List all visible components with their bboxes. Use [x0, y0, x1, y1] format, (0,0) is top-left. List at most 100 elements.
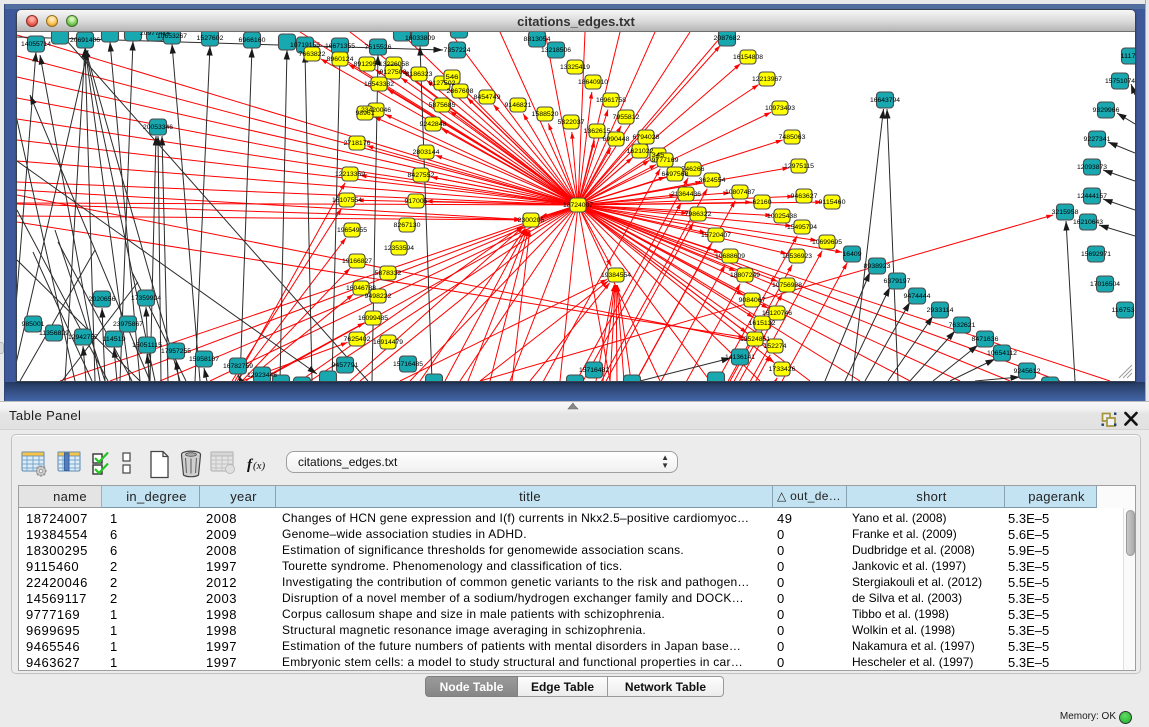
svg-text:12213967: 12213967: [752, 76, 782, 83]
svg-text:7632621: 7632621: [949, 322, 976, 329]
svg-text:15751074: 15751074: [1105, 78, 1135, 85]
svg-text:19166827: 19166827: [342, 258, 372, 265]
svg-text:17016504: 17016504: [1090, 281, 1120, 288]
svg-text:10699695: 10699695: [812, 239, 842, 246]
svg-text:5875685: 5875685: [429, 102, 456, 109]
svg-text:13226058: 13226058: [379, 61, 409, 68]
svg-text:12353594: 12353594: [384, 245, 414, 252]
svg-text:16046788: 16046788: [346, 285, 376, 292]
svg-text:2300205: 2300205: [518, 217, 545, 224]
svg-text:16782759: 16782759: [223, 363, 253, 370]
svg-text:985001: 985001: [22, 321, 45, 328]
svg-text:152274: 152274: [764, 343, 787, 350]
svg-text:16914479: 16914479: [373, 339, 403, 346]
svg-text:7357224: 7357224: [444, 47, 471, 54]
svg-text:1733426: 1733426: [769, 366, 796, 373]
svg-text:16033809: 16033809: [405, 35, 435, 42]
svg-text:19384554: 19384554: [601, 272, 631, 279]
svg-text:15716482: 15716482: [579, 367, 609, 374]
svg-text:6497568: 6497568: [662, 171, 689, 178]
svg-text:5322037: 5322037: [558, 119, 585, 126]
svg-text:9084067: 9084067: [739, 297, 766, 304]
svg-text:16210643: 16210643: [1073, 219, 1103, 226]
svg-text:16107554: 16107554: [332, 197, 362, 204]
svg-text:7515526: 7515526: [365, 44, 392, 51]
svg-text:18640910: 18640910: [578, 79, 608, 86]
svg-text:14055714: 14055714: [21, 41, 51, 48]
svg-text:3624554: 3624554: [699, 177, 726, 184]
svg-text:8427552: 8427552: [408, 172, 435, 179]
svg-text:8960124: 8960124: [327, 56, 354, 63]
svg-text:16543382: 16543382: [364, 81, 394, 88]
svg-text:10688609: 10688609: [715, 253, 745, 260]
svg-text:10756928: 10756928: [772, 282, 802, 289]
svg-text:9127503: 9127503: [380, 69, 407, 76]
svg-text:15716485: 15716485: [393, 361, 423, 368]
svg-text:15051115: 15051115: [132, 342, 162, 349]
svg-text:10654112: 10654112: [987, 350, 1017, 357]
svg-text:9115460: 9115460: [819, 199, 846, 206]
svg-text:8813054: 8813054: [524, 36, 551, 43]
svg-text:6966160: 6966160: [239, 37, 266, 44]
svg-text:15720407: 15720407: [701, 232, 731, 239]
svg-text:1527602: 1527602: [197, 35, 224, 42]
svg-text:8471636: 8471636: [972, 336, 999, 343]
svg-text:10653267: 10653267: [157, 33, 187, 40]
svg-text:11356829: 11356829: [39, 330, 69, 337]
svg-text:2933114: 2933114: [927, 307, 954, 314]
svg-text:20691406: 20691406: [70, 37, 100, 44]
svg-text:1362615: 1362615: [584, 128, 611, 135]
svg-text:8267130: 8267130: [394, 222, 421, 229]
svg-text:9329966: 9329966: [1093, 107, 1120, 114]
svg-text:8912954: 8912954: [354, 61, 381, 68]
svg-text:19654955: 19654955: [337, 227, 367, 234]
svg-text:11173: 11173: [1121, 53, 1136, 60]
svg-text:1621022: 1621022: [627, 148, 654, 155]
svg-text:9457791: 9457791: [332, 362, 359, 369]
svg-text:9463627: 9463627: [791, 193, 818, 200]
svg-text:13325419: 13325419: [560, 64, 590, 71]
svg-text:18807249: 18807249: [730, 272, 760, 279]
svg-text:17359924: 17359924: [131, 295, 161, 302]
svg-text:16120746: 16120746: [762, 310, 792, 317]
svg-text:18536923: 18536923: [782, 253, 812, 260]
svg-text:15692971: 15692971: [1081, 251, 1111, 258]
svg-text:15495794: 15495794: [787, 224, 817, 231]
svg-text:8938923: 8938923: [864, 263, 891, 270]
svg-text:2718176: 2718176: [344, 140, 371, 147]
svg-text:16961758: 16961758: [596, 97, 626, 104]
svg-text:2867608: 2867608: [447, 88, 474, 95]
svg-text:7485063: 7485063: [779, 134, 806, 141]
svg-text:16099485: 16099485: [358, 315, 388, 322]
svg-text:7986322: 7986322: [685, 211, 712, 218]
svg-text:12444157: 12444157: [1077, 193, 1107, 200]
svg-text:98961: 98961: [356, 110, 375, 117]
svg-text:10973493: 10973493: [765, 105, 795, 112]
svg-text:9498222: 9498222: [365, 293, 392, 300]
svg-text:17957255: 17957255: [161, 348, 191, 355]
svg-text:14136141: 14136141: [725, 354, 755, 361]
svg-text:2020656: 2020656: [89, 296, 116, 303]
svg-text:9474444: 9474444: [904, 293, 931, 300]
svg-text:6379197: 6379197: [884, 278, 911, 285]
svg-text:9245612: 9245612: [1014, 368, 1041, 375]
svg-text:12213369: 12213369: [335, 171, 365, 178]
svg-text:3215958: 3215958: [1052, 209, 1079, 216]
svg-text:7625402: 7625402: [344, 336, 371, 343]
svg-text:9242848: 9242848: [420, 121, 447, 128]
svg-text:12975115: 12975115: [784, 163, 814, 170]
svg-text:10719155: 10719155: [290, 42, 320, 49]
svg-text:16643794: 16643794: [870, 97, 900, 104]
svg-text:1588520: 1588520: [532, 111, 559, 118]
svg-text:13524851: 13524851: [740, 336, 770, 343]
svg-text:6794028: 6794028: [633, 134, 660, 141]
svg-text:8186323: 8186323: [406, 71, 433, 78]
svg-text:12942757: 12942757: [68, 334, 98, 341]
svg-text:(x): (x): [253, 460, 266, 472]
svg-text:13218506: 13218506: [541, 47, 571, 54]
svg-text:18724007: 18724007: [563, 202, 593, 209]
svg-text:114519: 114519: [103, 336, 126, 343]
svg-text:20053346: 20053346: [143, 124, 173, 131]
svg-text:9227341: 9227341: [1084, 136, 1111, 143]
svg-text:9146821: 9146821: [505, 102, 532, 109]
